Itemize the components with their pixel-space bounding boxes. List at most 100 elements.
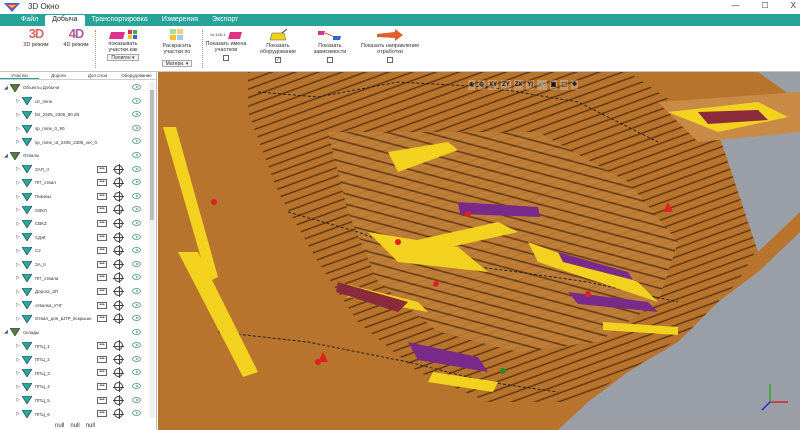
tree-item[interactable]: ▷ отвалка_УЧГ ••• bbox=[0, 299, 149, 313]
more-options-button[interactable]: ••• bbox=[97, 410, 107, 418]
visibility-eye-icon[interactable] bbox=[132, 396, 141, 403]
tree-item[interactable]: ▷ Отвал_для_ШТР_вскрышн ••• bbox=[0, 312, 149, 326]
tree-group[interactable]: ◢ Склады bbox=[0, 326, 149, 340]
tree-group[interactable]: ◢ Объекты Добычи bbox=[0, 81, 149, 95]
tab-areas[interactable]: Участки bbox=[0, 72, 39, 79]
equipment-marker[interactable] bbox=[585, 291, 591, 297]
wrench-icon[interactable]: 🔧 bbox=[537, 80, 547, 90]
locate-crosshair-icon[interactable] bbox=[113, 353, 124, 365]
more-options-button[interactable]: ••• bbox=[97, 165, 107, 173]
tree-item[interactable]: ▷ СВКЗ ••• bbox=[0, 217, 149, 231]
visibility-eye-icon[interactable] bbox=[132, 287, 141, 294]
tree-item[interactable]: ▷ СВКЛ ••• bbox=[0, 203, 149, 217]
tab-equipment[interactable]: Оборудование bbox=[117, 72, 156, 79]
tree-item[interactable]: ▷ ППЦ_5 ••• bbox=[0, 394, 149, 408]
tree-item[interactable]: ▷ btr_2405_2305_80.dtt bbox=[0, 108, 149, 122]
tree-item[interactable]: ▷ СДЖ ••• bbox=[0, 231, 149, 245]
more-options-button[interactable]: ••• bbox=[97, 315, 107, 323]
pan-icon[interactable]: ✥ bbox=[570, 80, 578, 90]
maximize-button[interactable]: ☐ bbox=[761, 1, 768, 10]
locate-crosshair-icon[interactable] bbox=[113, 394, 124, 406]
tree-item[interactable]: ▷ Пиковы ••• bbox=[0, 190, 149, 204]
more-options-button[interactable]: ••• bbox=[97, 287, 107, 295]
visibility-eye-icon[interactable] bbox=[132, 206, 141, 213]
locate-crosshair-icon[interactable] bbox=[113, 285, 124, 297]
tree-item[interactable]: ▷ sp_mine_0_90 bbox=[0, 122, 149, 136]
more-options-button[interactable]: ••• bbox=[97, 192, 107, 200]
tree-item[interactable]: ▷ ctr_mine bbox=[0, 95, 149, 109]
visibility-eye-icon[interactable] bbox=[132, 342, 141, 349]
view-xy-button[interactable]: XY bbox=[488, 80, 499, 90]
equipment-marker[interactable] bbox=[211, 199, 217, 205]
locate-crosshair-icon[interactable] bbox=[113, 258, 124, 270]
locate-crosshair-icon[interactable] bbox=[113, 313, 124, 325]
visibility-eye-icon[interactable] bbox=[132, 274, 141, 281]
tree-group[interactable]: ◢ Отвалы bbox=[0, 149, 149, 163]
equipment-marker[interactable] bbox=[433, 281, 439, 287]
tree-item[interactable]: ▷ ЗАП_II ••• bbox=[0, 163, 149, 177]
locate-crosshair-icon[interactable] bbox=[113, 272, 124, 284]
tree-item[interactable]: ▷ ППЦ_2 ••• bbox=[0, 353, 149, 367]
visibility-eye-icon[interactable] bbox=[132, 179, 141, 186]
menu-measure[interactable]: Измерения bbox=[155, 15, 205, 26]
panel-scrollbar[interactable] bbox=[149, 82, 155, 418]
tree-item[interactable]: ▷ ППЦ_4 ••• bbox=[0, 380, 149, 394]
more-options-button[interactable]: ••• bbox=[97, 206, 107, 214]
minimize-button[interactable]: — bbox=[731, 1, 739, 10]
show-areas-select[interactable]: Полигон ▾ bbox=[107, 54, 139, 61]
scrollbar-thumb[interactable] bbox=[150, 90, 154, 220]
visibility-eye-icon[interactable] bbox=[132, 151, 141, 158]
locate-crosshair-icon[interactable] bbox=[113, 408, 124, 420]
equipment-marker[interactable] bbox=[465, 211, 471, 217]
locate-crosshair-icon[interactable] bbox=[113, 381, 124, 393]
tree-item[interactable]: ▷ ПП_отвал ••• bbox=[0, 176, 149, 190]
visibility-eye-icon[interactable] bbox=[132, 383, 141, 390]
more-options-button[interactable]: ••• bbox=[97, 247, 107, 255]
more-options-button[interactable]: ••• bbox=[97, 301, 107, 309]
menu-mining[interactable]: Добыча bbox=[45, 15, 85, 26]
visibility-eye-icon[interactable] bbox=[132, 355, 141, 362]
mine-3d-scene[interactable] bbox=[158, 72, 800, 430]
locate-crosshair-icon[interactable] bbox=[113, 177, 124, 189]
tree-item[interactable]: ▷ ППЦ_1 ••• bbox=[0, 339, 149, 353]
menu-file[interactable]: Файл bbox=[14, 15, 45, 26]
locate-crosshair-icon[interactable] bbox=[113, 245, 124, 257]
tree-item[interactable]: ▷ ППЦ_3 ••• bbox=[0, 366, 149, 380]
visibility-eye-icon[interactable] bbox=[132, 111, 141, 118]
more-options-button[interactable]: ••• bbox=[97, 179, 107, 187]
more-options-button[interactable]: ••• bbox=[97, 355, 107, 363]
locate-crosshair-icon[interactable] bbox=[113, 204, 124, 216]
locate-crosshair-icon[interactable] bbox=[113, 217, 124, 229]
tree-item[interactable]: ▷ ЗА_II ••• bbox=[0, 258, 149, 272]
visibility-eye-icon[interactable] bbox=[132, 219, 141, 226]
tab-extra-layers[interactable]: Доп слои bbox=[78, 72, 117, 79]
visibility-eye-icon[interactable] bbox=[132, 369, 141, 376]
more-options-button[interactable]: ••• bbox=[97, 369, 107, 377]
zoom-in-icon[interactable]: ⊕ bbox=[468, 80, 476, 90]
view-zy-button[interactable]: ZY bbox=[501, 80, 511, 90]
more-options-button[interactable]: ••• bbox=[97, 219, 107, 227]
visibility-eye-icon[interactable] bbox=[132, 138, 141, 145]
tree-item[interactable]: ▷ ППЦ_6 ••• bbox=[0, 407, 149, 421]
locate-crosshair-icon[interactable] bbox=[113, 367, 124, 379]
close-button[interactable]: X bbox=[791, 1, 796, 10]
locate-crosshair-icon[interactable] bbox=[113, 231, 124, 243]
more-options-button[interactable]: ••• bbox=[97, 233, 107, 241]
zoom-out-icon[interactable]: ⊖ bbox=[478, 80, 486, 90]
tree-item[interactable]: ▷ Дорога_ЗП ••• bbox=[0, 285, 149, 299]
more-options-button[interactable]: ••• bbox=[97, 342, 107, 350]
locate-crosshair-icon[interactable] bbox=[113, 190, 124, 202]
mode-4d-button[interactable]: 4D 4D режим bbox=[58, 27, 94, 48]
visibility-eye-icon[interactable] bbox=[132, 328, 141, 335]
more-options-button[interactable]: ••• bbox=[97, 274, 107, 282]
visibility-eye-icon[interactable] bbox=[132, 97, 141, 104]
show-equipment-checkbox[interactable]: ✓ bbox=[275, 57, 281, 63]
box-view-icon[interactable]: ▣ bbox=[549, 80, 558, 90]
equipment-marker[interactable] bbox=[500, 368, 506, 374]
locate-crosshair-icon[interactable] bbox=[113, 340, 124, 352]
menu-transport[interactable]: Транспортировка bbox=[85, 15, 155, 26]
box-wire-icon[interactable]: ⬚ bbox=[560, 80, 568, 90]
color-areas-select[interactable]: Матери. ▾ bbox=[161, 60, 193, 67]
tree-item[interactable]: ▷ ПП_отвала ••• bbox=[0, 271, 149, 285]
visibility-eye-icon[interactable] bbox=[132, 233, 141, 240]
